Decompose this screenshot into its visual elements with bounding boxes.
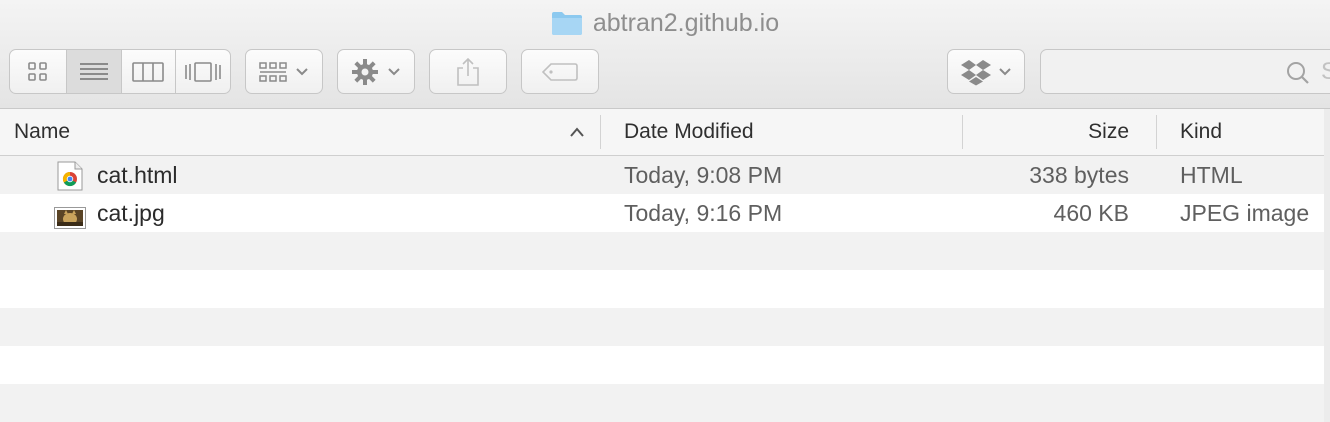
column-header-size-label: Size [1088,120,1129,143]
column-view-icon [132,61,165,82]
empty-row [0,308,1324,346]
share-icon [457,57,479,86]
column-divider[interactable] [600,115,601,149]
search-field[interactable]: S [1040,49,1330,94]
cover-flow-icon [184,61,221,82]
dropbox-button[interactable] [947,49,1025,94]
chevron-down-icon [296,67,308,75]
list-view-button[interactable] [67,50,122,93]
empty-row [0,270,1324,308]
search-icon [1287,62,1309,84]
column-divider[interactable] [962,115,963,149]
empty-row [0,232,1324,270]
chevron-down-icon [388,67,400,75]
column-header-name[interactable]: Name [14,109,594,155]
file-date: Today, 9:16 PM [624,200,783,226]
icon-view-button[interactable] [10,50,68,93]
column-view-button[interactable] [122,50,176,93]
dropbox-icon [961,59,991,85]
chevron-down-icon [999,67,1011,75]
file-date: Today, 9:08 PM [624,162,783,188]
arrange-icon [259,61,287,82]
column-header-name-label: Name [14,120,71,143]
column-header-size[interactable]: Size [964,109,1129,155]
view-segmented-control[interactable] [9,49,231,94]
search-placeholder: S [1321,58,1330,85]
file-row[interactable]: cat.html Today, 9:08 PM 338 bytes HTML [0,156,1324,194]
edit-tags-button[interactable] [521,49,599,94]
file-name: cat.jpg [97,200,165,226]
column-header-kind-label: Kind [1180,120,1223,143]
cover-flow-view-button[interactable] [176,50,231,93]
file-size: 460 KB [1053,200,1129,226]
arrange-button[interactable] [245,49,323,94]
file-list: cat.html Today, 9:08 PM 338 bytes HTML c… [0,156,1324,422]
action-button[interactable] [337,49,415,94]
folder-icon [551,12,582,35]
file-size: 338 bytes [1029,162,1129,188]
column-header-date[interactable]: Date Modified [624,109,954,155]
window-title: abtran2.github.io [0,8,1330,38]
file-row[interactable]: cat.jpg Today, 9:16 PM 460 KB JPEG image [0,194,1324,232]
column-divider[interactable] [1156,115,1157,149]
file-kind: HTML [1180,162,1243,188]
window-edge [1324,109,1330,420]
file-name: cat.html [97,162,178,188]
window-title-text: abtran2.github.io [592,8,780,37]
empty-row [0,384,1324,422]
column-header-kind[interactable]: Kind [1180,109,1320,155]
sort-ascending-icon [570,127,584,137]
share-button[interactable] [429,49,507,94]
gear-icon [352,58,378,85]
tag-icon [542,62,578,81]
window-titlebar: abtran2.github.io S [0,0,1330,109]
column-header-date-label: Date Modified [624,120,754,143]
list-view-icon [80,62,109,80]
icon-view-icon [28,61,48,81]
column-header-row: Name Date Modified Size Kind [0,109,1324,156]
file-kind: JPEG image [1180,200,1310,226]
empty-row [0,346,1324,384]
